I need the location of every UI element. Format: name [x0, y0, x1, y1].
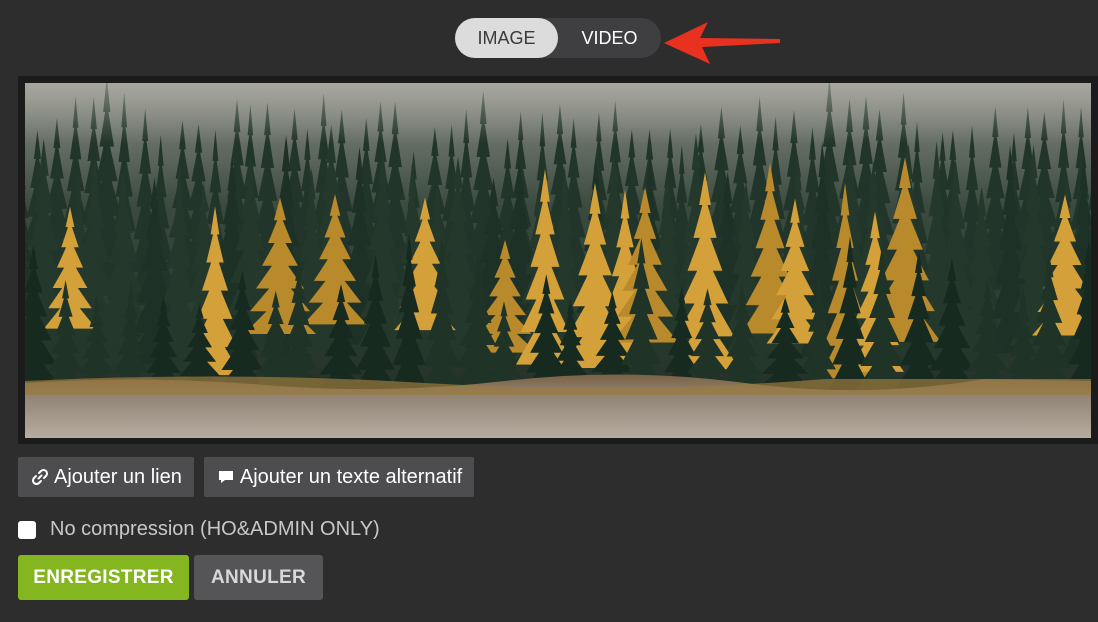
- add-alt-text-button[interactable]: Ajouter un texte alternatif: [203, 457, 475, 497]
- add-alt-text-label: Ajouter un texte alternatif: [239, 465, 463, 488]
- no-compression-label: No compression (HO&ADMIN ONLY): [50, 518, 380, 540]
- add-link-button[interactable]: Ajouter un lien: [18, 457, 194, 497]
- comment-icon: [216, 467, 236, 487]
- media-type-toggle[interactable]: IMAGE VIDEO: [455, 18, 661, 58]
- no-compression-option: No compression (HO&ADMIN ONLY): [18, 518, 380, 541]
- image-editor-panel: IMAGE VIDEO Ajouter un lien Ajouter un t…: [0, 0, 1098, 622]
- cancel-button[interactable]: ANNULER: [194, 555, 323, 600]
- toggle-image-option[interactable]: IMAGE: [455, 18, 558, 58]
- save-button[interactable]: ENREGISTRER: [18, 555, 189, 600]
- add-link-label: Ajouter un lien: [54, 465, 182, 488]
- no-compression-checkbox[interactable]: [18, 520, 36, 539]
- red-arrow-annotation: [664, 22, 780, 64]
- toggle-video-option[interactable]: VIDEO: [558, 18, 661, 58]
- forest-image[interactable]: [25, 83, 1091, 438]
- link-icon: [30, 467, 50, 487]
